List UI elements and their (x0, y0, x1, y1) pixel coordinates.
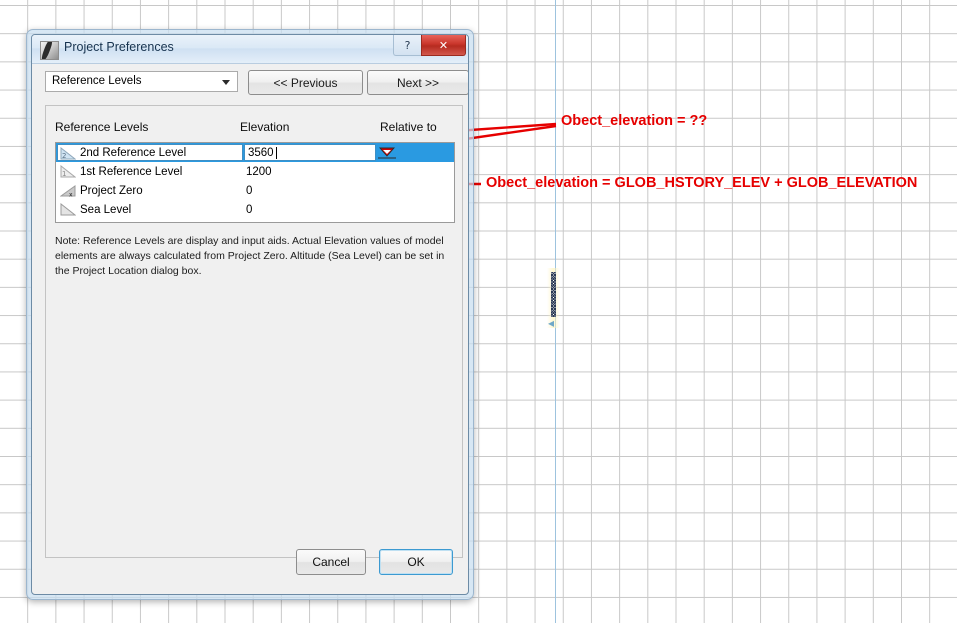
level-elevation-value: 0 (246, 203, 253, 216)
elevation-input[interactable]: 3560 (244, 144, 376, 161)
chevron-down-icon (222, 80, 230, 85)
preferences-page-select[interactable]: Reference Levels (45, 71, 238, 92)
level-1-icon: 1 (60, 165, 76, 178)
datum-triangle-icon[interactable] (377, 146, 397, 160)
level-name-value: 1st Reference Level (80, 165, 183, 178)
window-button-group: ? ✕ (393, 35, 466, 56)
cad-wall-element[interactable] (551, 272, 556, 317)
preferences-page-select-value: Reference Levels (52, 75, 142, 87)
dialog-titlebar[interactable]: Project Preferences ? ✕ (32, 35, 468, 64)
dialog-toolbar: Reference Levels << Previous Next >> (32, 63, 468, 99)
column-header-relative-to: Relative to (380, 120, 437, 134)
level-name-value: Sea Level (80, 203, 132, 216)
level-elevation-value: 1200 (246, 165, 272, 178)
level-elevation-value: 0 (246, 184, 253, 197)
project-zero-icon: x (60, 185, 76, 198)
table-row[interactable]: 1 1st Reference Level 1200 (56, 162, 454, 181)
table-row[interactable]: Sea Level 0 (56, 200, 454, 219)
annotation-label-object-elevation-formula: Obect_elevation = GLOB_HSTORY_ELEV + GLO… (486, 175, 918, 191)
level-2-icon: 2 (60, 147, 76, 160)
dialog-title: Project Preferences (64, 40, 174, 54)
level-name-value: 2nd Reference Level (80, 147, 187, 159)
annotation-label-object-elevation-unknown: Obect_elevation = ?? (561, 113, 708, 129)
previous-button[interactable]: << Previous (248, 70, 363, 95)
ok-button[interactable]: OK (379, 549, 453, 575)
archicad-app-icon (40, 41, 59, 60)
text-caret (276, 147, 277, 159)
svg-text:1: 1 (62, 170, 66, 178)
project-preferences-dialog: Project Preferences ? ✕ Reference Levels… (26, 29, 474, 600)
table-row[interactable]: x Project Zero 0 (56, 181, 454, 200)
help-icon[interactable]: ? (393, 35, 421, 56)
reference-levels-note: Note: Reference Levels are display and i… (55, 235, 445, 277)
column-header-reference-levels: Reference Levels (55, 120, 149, 134)
sea-level-icon (60, 203, 76, 216)
svg-text:x: x (69, 192, 73, 198)
level-name-value: Project Zero (80, 184, 143, 197)
level-name-input[interactable]: 2 2nd Reference Level (57, 144, 243, 161)
close-icon[interactable]: ✕ (421, 35, 466, 56)
reference-levels-panel: Reference Levels Elevation Relative to 2… (45, 105, 463, 558)
dialog-inner-frame: Project Preferences ? ✕ Reference Levels… (31, 34, 469, 595)
elevation-input-value: 3560 (248, 147, 274, 159)
svg-text:2: 2 (62, 152, 66, 160)
column-header-elevation: Elevation (240, 120, 290, 134)
cad-node-marker-icon: ◂ (548, 316, 555, 330)
cancel-button[interactable]: Cancel (296, 549, 366, 575)
next-button[interactable]: Next >> (367, 70, 468, 95)
